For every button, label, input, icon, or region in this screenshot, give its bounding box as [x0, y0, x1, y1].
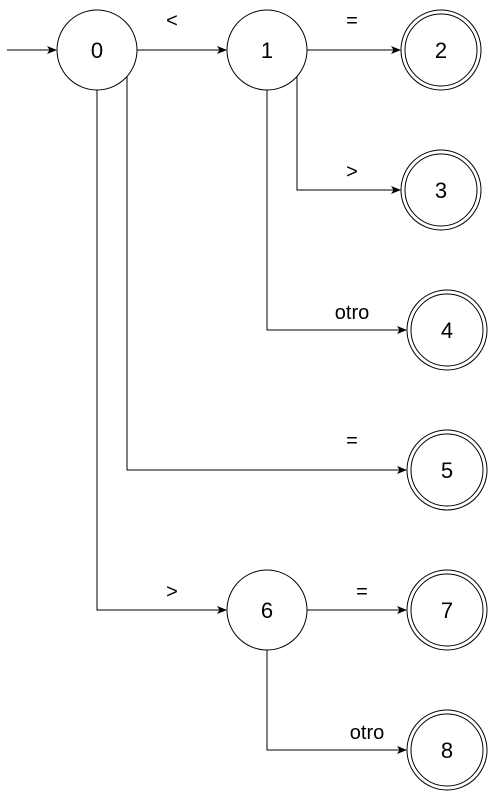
label-6-7: =: [356, 581, 368, 603]
label-0-6: >: [166, 581, 178, 603]
label-0-1: <: [166, 10, 178, 32]
state-8: 8: [406, 709, 488, 791]
state-3-label: 3: [435, 178, 447, 203]
state-1-label: 1: [261, 38, 273, 63]
state-7-label: 7: [441, 598, 453, 623]
state-4-label: 4: [441, 318, 453, 343]
state-0-label: 0: [91, 38, 103, 63]
state-6-label: 6: [261, 598, 273, 623]
label-1-2: =: [346, 10, 358, 32]
state-5: 5: [406, 429, 488, 511]
edge-6-8: [266, 650, 407, 754]
state-diagram: < = > otro = > = otro 0 1 2 3 4 5 6 7 8: [7, 9, 488, 791]
label-1-3: >: [346, 161, 358, 183]
state-1: 1: [226, 9, 308, 91]
edge-0-6: [96, 90, 227, 614]
state-4: 4: [406, 289, 488, 371]
label-0-5: =: [346, 430, 358, 452]
state-5-label: 5: [441, 458, 453, 483]
state-0: 0: [56, 9, 138, 91]
state-8-label: 8: [441, 738, 453, 763]
state-7: 7: [406, 569, 488, 651]
edge-1-4: [266, 90, 407, 334]
state-3: 3: [400, 149, 482, 231]
state-6: 6: [226, 569, 308, 651]
state-2-label: 2: [435, 38, 447, 63]
label-6-8: otro: [350, 722, 384, 744]
state-2: 2: [400, 9, 482, 91]
label-1-4: otro: [335, 302, 369, 324]
